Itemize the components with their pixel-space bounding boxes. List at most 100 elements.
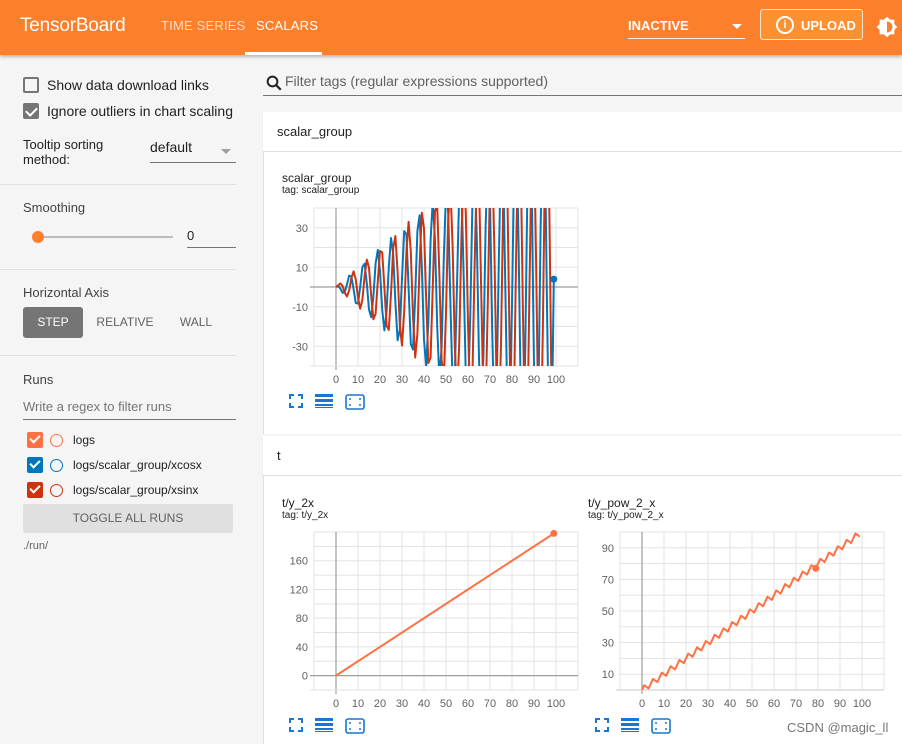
x-tick-label: 60 (768, 698, 780, 710)
horizontal-axis-title: Horizontal Axis (23, 285, 109, 300)
x-tick-label: 100 (547, 698, 565, 710)
tag-filter-placeholder: Filter tags (regular expressions support… (285, 73, 549, 89)
runs-filter-input[interactable]: Write a regex to filter runs (23, 395, 236, 420)
upload-button-label: UPLOAD (801, 18, 856, 33)
y-tick-label: 90 (602, 543, 614, 555)
x-tick-label: 30 (702, 698, 714, 710)
sidebar: Show data download links Ignore outliers… (0, 55, 256, 744)
card-tag: tag: scalar_group (282, 185, 360, 196)
y-tick-label: 30 (296, 223, 308, 235)
y-tick-label: 30 (602, 638, 614, 650)
scalar-chart-y-2x[interactable]: 0 10 20 30 40 50 60 70 80 90 100 0 40 80 120 160 (282, 524, 582, 712)
y-tick-label: 160 (290, 556, 308, 568)
fit-domain-icon[interactable] (345, 718, 365, 734)
divider (0, 269, 236, 270)
log-scale-icon[interactable] (315, 394, 333, 408)
fullscreen-icon[interactable] (289, 718, 303, 732)
series-line-logs (641, 532, 861, 690)
toggle-all-runs-button[interactable]: TOGGLE ALL RUNS (23, 504, 233, 533)
category-title: t (277, 448, 281, 463)
card-title: t/y_2x (282, 496, 315, 510)
category-title: scalar_group (277, 124, 353, 139)
tooltip-sorting-dropdown[interactable]: default (150, 139, 236, 163)
x-tick-label: 70 (484, 374, 496, 386)
axis-step-button[interactable]: STEP (23, 307, 83, 338)
show-download-links-checkbox[interactable] (23, 77, 39, 93)
x-tick-label: 40 (418, 698, 430, 710)
x-tick-label: 0 (333, 374, 339, 386)
smoothing-slider-track[interactable] (38, 236, 173, 238)
fullscreen-icon[interactable] (289, 394, 303, 408)
x-tick-label: 100 (547, 374, 565, 386)
scalar-chart-scalar-group[interactable]: 0 10 20 30 40 50 60 70 80 90 100 -30 -10 10 30 (282, 200, 582, 388)
brand-title: TensorBoard (20, 15, 126, 36)
smoothing-input[interactable]: 0 (187, 223, 236, 248)
x-tick-label: 40 (418, 374, 430, 386)
axis-relative-button[interactable]: RELATIVE (92, 307, 158, 338)
x-tick-label: 70 (484, 698, 496, 710)
run-color-swatch[interactable] (50, 433, 63, 447)
log-scale-icon[interactable] (315, 718, 333, 732)
y-tick-label: 120 (290, 584, 308, 596)
category-header-scalar-group[interactable]: scalar_group (263, 112, 902, 152)
x-tick-label: 10 (658, 698, 670, 710)
x-tick-label: 90 (528, 698, 540, 710)
axis-wall-button[interactable]: WALL (172, 307, 220, 338)
x-tick-label: 10 (352, 374, 364, 386)
upload-button[interactable]: i UPLOAD (760, 9, 863, 40)
run-color-swatch[interactable] (50, 483, 63, 497)
tab-scalars[interactable]: SCALARS (256, 18, 318, 33)
plugin-selector-dropdown[interactable]: INACTIVE (628, 14, 745, 39)
run-checkbox[interactable] (27, 457, 43, 473)
x-tick-label: 30 (396, 374, 408, 386)
log-scale-icon[interactable] (621, 718, 639, 732)
x-tick-label: 70 (790, 698, 802, 710)
x-tick-label: 90 (528, 374, 540, 386)
x-tick-label: 90 (834, 698, 846, 710)
highlight-point (550, 529, 558, 537)
x-tick-label: 50 (746, 698, 758, 710)
ignore-outliers-checkbox[interactable] (23, 103, 39, 119)
run-directory: ./run/ (23, 540, 49, 552)
x-tick-label: 50 (440, 374, 452, 386)
card-actions (289, 394, 365, 410)
tab-time-series[interactable]: TIME SERIES (161, 18, 246, 33)
tag-filter-input[interactable]: Filter tags (regular expressions support… (263, 70, 902, 96)
highlight-point (550, 275, 558, 283)
series-line-logs (335, 532, 555, 677)
y-tick-label: 10 (296, 262, 308, 274)
info-icon: i (776, 16, 794, 34)
top-app-bar: TensorBoard TIME SERIES SCALARS INACTIVE… (0, 0, 902, 55)
card-title: t/y_pow_2_x (588, 496, 656, 510)
show-download-links-label: Show data download links (47, 77, 209, 93)
search-icon (266, 75, 282, 91)
x-tick-label: 30 (396, 698, 408, 710)
category-header-t[interactable]: t (263, 436, 902, 476)
x-tick-label: 60 (462, 374, 474, 386)
ignore-outliers-option[interactable]: Ignore outliers in chart scaling (23, 103, 233, 119)
fit-domain-icon[interactable] (345, 394, 365, 410)
y-tick-label: -30 (292, 341, 308, 353)
run-name: logs (73, 433, 96, 447)
ignore-outliers-label: Ignore outliers in chart scaling (47, 103, 233, 119)
brightness-icon[interactable] (876, 16, 898, 38)
card-actions (595, 718, 671, 734)
run-checkbox[interactable] (27, 482, 43, 498)
smoothing-title: Smoothing (23, 200, 86, 215)
run-item[interactable]: logs (27, 432, 95, 448)
x-tick-label: 20 (680, 698, 692, 710)
x-tick-label: 80 (506, 374, 518, 386)
fullscreen-icon[interactable] (595, 718, 609, 732)
run-item[interactable]: logs/scalar_group/xcosx (27, 457, 202, 473)
run-checkbox[interactable] (27, 432, 43, 448)
run-item[interactable]: logs/scalar_group/xsinx (27, 482, 198, 498)
run-color-swatch[interactable] (50, 458, 63, 472)
smoothing-slider-handle[interactable] (32, 231, 44, 243)
fit-domain-icon[interactable] (651, 718, 671, 734)
y-tick-label: 70 (602, 574, 614, 586)
x-tick-label: 10 (352, 698, 364, 710)
divider (0, 355, 236, 356)
show-download-links-option[interactable]: Show data download links (23, 77, 209, 93)
scalar-chart-y-pow-2-x[interactable]: 0 10 20 30 40 50 60 70 80 90 100 10 30 50 70 90 (588, 524, 888, 712)
card-tag: tag: t/y_2x (282, 510, 329, 521)
